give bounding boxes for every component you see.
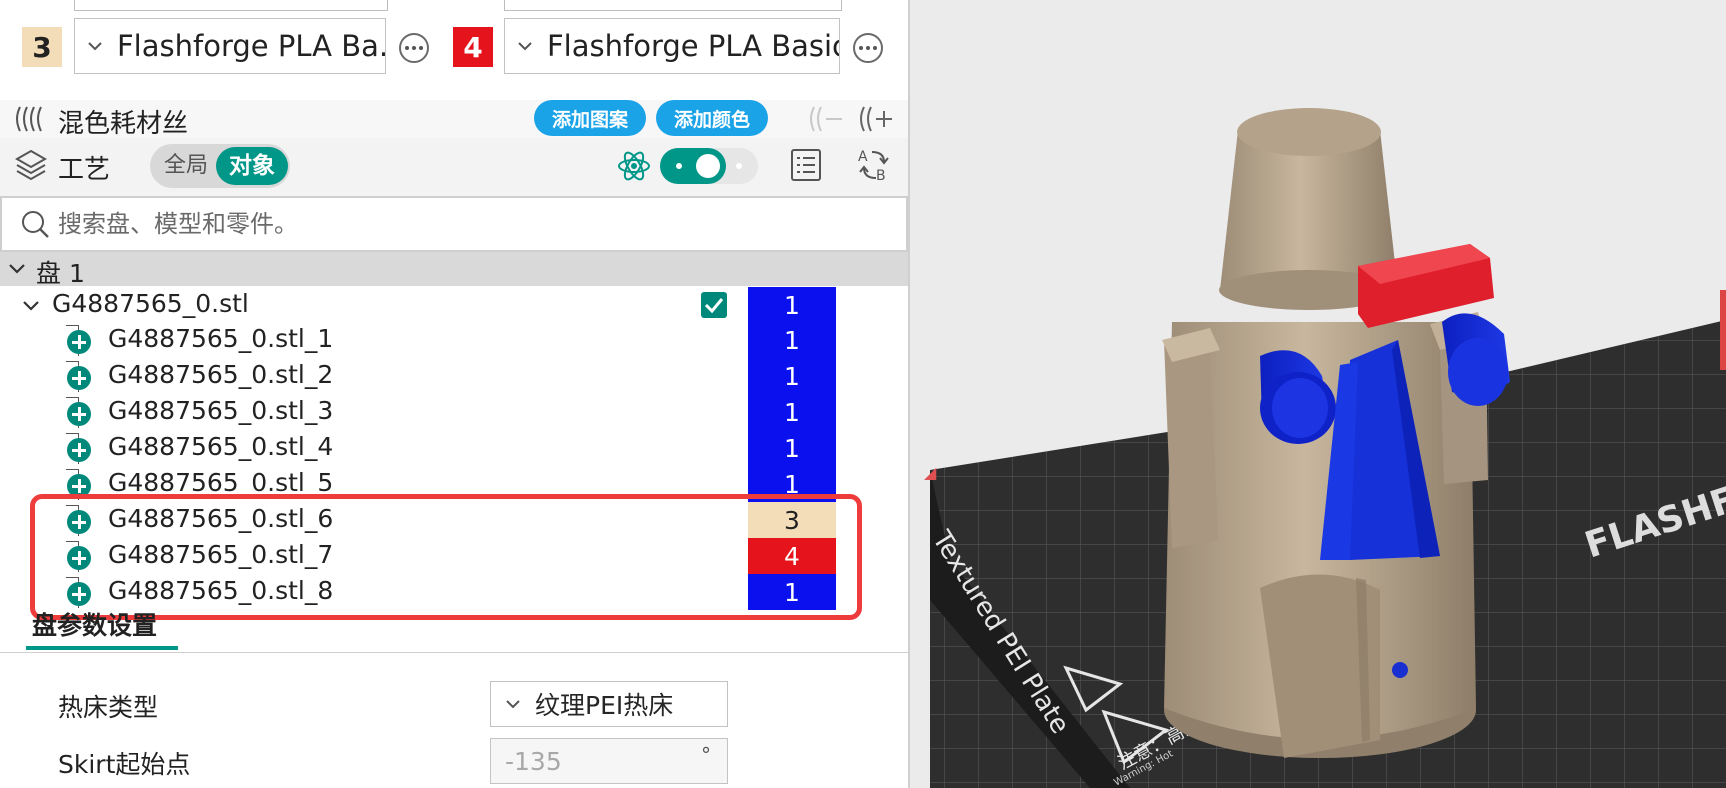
skirt-start-input[interactable]: -135 °: [490, 738, 728, 784]
part-extruder-cell[interactable]: 1: [748, 430, 836, 466]
layers-icon: [14, 149, 48, 181]
advanced-toggle[interactable]: [660, 148, 758, 184]
more-options-icon[interactable]: [853, 33, 883, 63]
part-name[interactable]: G4887565_0.stl_1: [108, 324, 333, 353]
tab-plate-settings[interactable]: 盘参数设置: [32, 606, 157, 642]
plate-row[interactable]: [0, 252, 908, 286]
bed-type-label: 热床类型: [58, 693, 159, 722]
add-color-button[interactable]: 添加颜色: [656, 100, 768, 136]
filament-number-4: 4: [453, 27, 493, 67]
checkbox-checked-icon[interactable]: [700, 291, 728, 319]
mixed-filament-icon: [16, 106, 42, 132]
add-pattern-button[interactable]: 添加图案: [534, 100, 646, 136]
search-box: [0, 196, 908, 252]
process-title: 工艺: [58, 155, 111, 185]
plate-label: 盘 1: [36, 259, 85, 288]
degree-unit: °: [701, 743, 711, 767]
filament-combo-above[interactable]: [504, 0, 842, 11]
filament-combo-above[interactable]: [74, 0, 388, 11]
mixed-filament-title: 混色耗材丝: [58, 109, 189, 139]
highlight-box: [30, 494, 862, 620]
search-icon: [22, 211, 49, 238]
add-part-icon[interactable]: [67, 402, 91, 426]
add-part-icon[interactable]: [67, 438, 91, 462]
part-name[interactable]: G4887565_0.stl_5: [108, 468, 333, 497]
more-options-icon[interactable]: [399, 33, 429, 63]
filament-select-3[interactable]: Flashforge PLA Ba...: [74, 18, 386, 74]
scope-object[interactable]: 对象: [216, 147, 288, 185]
object-extruder-cell[interactable]: 1: [748, 287, 836, 323]
scope-global[interactable]: 全局: [164, 144, 208, 188]
list-icon[interactable]: [790, 148, 822, 182]
part-extruder-cell[interactable]: 1: [748, 394, 836, 430]
bed-corner-mark: ◢: [924, 463, 937, 482]
part-extruder-cell[interactable]: 1: [748, 358, 836, 394]
chevron-down-icon: [518, 42, 532, 51]
tab-indicator: [26, 646, 178, 650]
scope-switch[interactable]: 全局 对象: [150, 144, 290, 188]
part-name[interactable]: G4887565_0.stl_2: [108, 360, 333, 389]
filament-name: Flashforge PLA Basic: [547, 29, 840, 63]
skirt-start-value: -135: [505, 746, 562, 776]
chevron-down-icon[interactable]: [22, 297, 40, 315]
remove-filament-icon[interactable]: [806, 104, 846, 134]
chevron-down-icon[interactable]: [8, 260, 26, 278]
search-input[interactable]: [56, 209, 860, 239]
part-extruder-cell[interactable]: 1: [748, 322, 836, 358]
add-part-icon[interactable]: [67, 330, 91, 354]
bed-type-select[interactable]: 纹理PEI热床: [490, 681, 728, 727]
atom-icon[interactable]: [616, 148, 652, 184]
swap-a-b-icon[interactable]: A B: [856, 146, 892, 184]
3d-viewport[interactable]: Textured PEI Plate FLASHFORGE 注意：高温 Warn…: [910, 0, 1726, 788]
part-name[interactable]: G4887565_0.stl_4: [108, 432, 333, 461]
part-name[interactable]: G4887565_0.stl_3: [108, 396, 333, 425]
filament-select-4[interactable]: Flashforge PLA Basic: [504, 18, 840, 74]
chevron-down-icon: [506, 700, 520, 709]
left-panel: 3 Flashforge PLA Ba... 4 Flashforge PLA …: [0, 0, 908, 788]
add-filament-icon[interactable]: [856, 104, 896, 134]
filament-number-3: 3: [22, 27, 62, 67]
svg-text:A: A: [858, 149, 868, 165]
tab-separator: [0, 652, 908, 653]
3d-scene[interactable]: Textured PEI Plate FLASHFORGE 注意：高温 Warn…: [910, 0, 1726, 788]
filament-name: Flashforge PLA Ba...: [117, 29, 386, 63]
skirt-start-label: Skirt起始点: [58, 750, 191, 779]
svg-text:B: B: [876, 168, 886, 184]
bed-type-value: 纹理PEI热床: [535, 691, 674, 720]
3d-model[interactable]: [1162, 108, 1510, 758]
app-window: 3 Flashforge PLA Ba... 4 Flashforge PLA …: [0, 0, 1726, 788]
bed-edge-marker: [1720, 290, 1726, 370]
process-bar: [0, 138, 908, 196]
chevron-down-icon: [88, 42, 102, 51]
add-part-icon[interactable]: [67, 366, 91, 390]
object-name[interactable]: G4887565_0.stl: [52, 289, 249, 318]
